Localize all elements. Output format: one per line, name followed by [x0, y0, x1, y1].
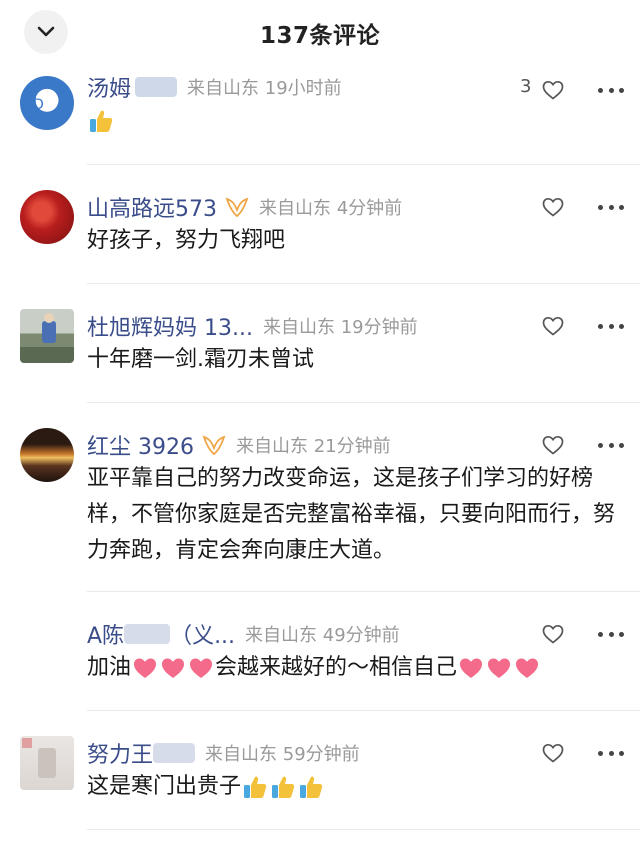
username-tail: （义...	[170, 624, 236, 649]
heart-outline-icon[interactable]	[541, 433, 565, 457]
comment-text-a: 加油	[87, 655, 132, 680]
heart-outline-icon[interactable]	[541, 741, 565, 765]
avatar[interactable]	[20, 736, 74, 790]
heart-icon	[190, 658, 213, 678]
heart-icon	[488, 658, 511, 678]
comment-text: 好孩子，努力飞翔吧	[87, 228, 286, 253]
username[interactable]: 努力王	[87, 737, 153, 769]
location-time: 来自山东 19小时前	[187, 78, 342, 99]
comment-text: 这是寒门出贵子	[87, 769, 617, 804]
heart-outline-icon[interactable]	[541, 195, 565, 219]
svg-text:D: D	[33, 97, 44, 113]
comment-list[interactable]: D 汤姆 来自山东 19小时前 3 山高路远573 来自山东 4分钟前 好孩子，…	[0, 0, 640, 841]
heart-outline-icon[interactable]	[541, 314, 565, 338]
divider	[87, 402, 640, 403]
like-count: 3	[520, 76, 532, 97]
more-icon[interactable]	[598, 86, 624, 94]
location-time: 来自山东 21分钟前	[235, 436, 391, 457]
divider	[87, 164, 640, 165]
avatar[interactable]	[20, 428, 74, 482]
vip-badge-icon	[202, 434, 226, 456]
thumbs-up-icon	[272, 776, 295, 798]
username[interactable]: 汤姆	[87, 71, 131, 103]
thumbs-up-icon	[90, 110, 113, 132]
divider	[87, 591, 640, 592]
heart-icon	[134, 658, 157, 678]
location-time: 来自山东 4分钟前	[259, 198, 403, 219]
heart-outline-icon[interactable]	[541, 78, 565, 102]
avatar[interactable]	[20, 190, 74, 244]
comment-text: 十年磨一剑.霜刃未曾试	[87, 347, 314, 372]
redacted-name	[124, 624, 171, 644]
avatar[interactable]: D	[20, 76, 74, 130]
thumbs-up-icon	[300, 776, 323, 798]
page-title: 137条评论	[259, 23, 380, 49]
comment-text: 亚平靠自己的努力改变命运，这是孩子们学习的好榜样，不管你家庭是否完整富裕幸福，只…	[87, 466, 616, 563]
vip-badge-icon	[225, 196, 249, 218]
more-icon[interactable]	[598, 322, 624, 330]
thumbs-up-icon	[244, 776, 267, 798]
redacted-name	[135, 77, 178, 97]
heart-outline-icon[interactable]	[541, 622, 565, 646]
comment-text-a: 这是寒门出贵子	[87, 774, 242, 799]
comment-text: 加油 会越来越好的～相信自己	[87, 650, 617, 685]
divider	[87, 283, 640, 284]
heart-icon	[162, 658, 185, 678]
heart-icon	[460, 658, 483, 678]
divider	[87, 829, 640, 830]
comments-header: 137条评论	[0, 0, 640, 62]
username[interactable]: 山高路远573	[87, 191, 217, 223]
avatar[interactable]	[20, 309, 74, 363]
heart-icon	[516, 658, 539, 678]
location-time: 来自山东 49分钟前	[245, 625, 400, 646]
location-time: 来自山东 59分钟前	[205, 744, 360, 765]
redacted-name	[153, 743, 196, 763]
username[interactable]: A陈	[87, 618, 124, 650]
more-icon[interactable]	[598, 441, 624, 449]
more-icon[interactable]	[598, 203, 624, 211]
comment-text-b: 会越来越好的～相信自己	[215, 655, 458, 680]
location-time: 来自山东 19分钟前	[262, 317, 418, 338]
username[interactable]: 红尘 3926	[87, 429, 194, 461]
more-icon[interactable]	[598, 630, 624, 638]
username[interactable]: 杜旭辉妈妈 13...	[87, 310, 253, 342]
more-icon[interactable]	[598, 749, 624, 757]
divider	[87, 710, 640, 711]
